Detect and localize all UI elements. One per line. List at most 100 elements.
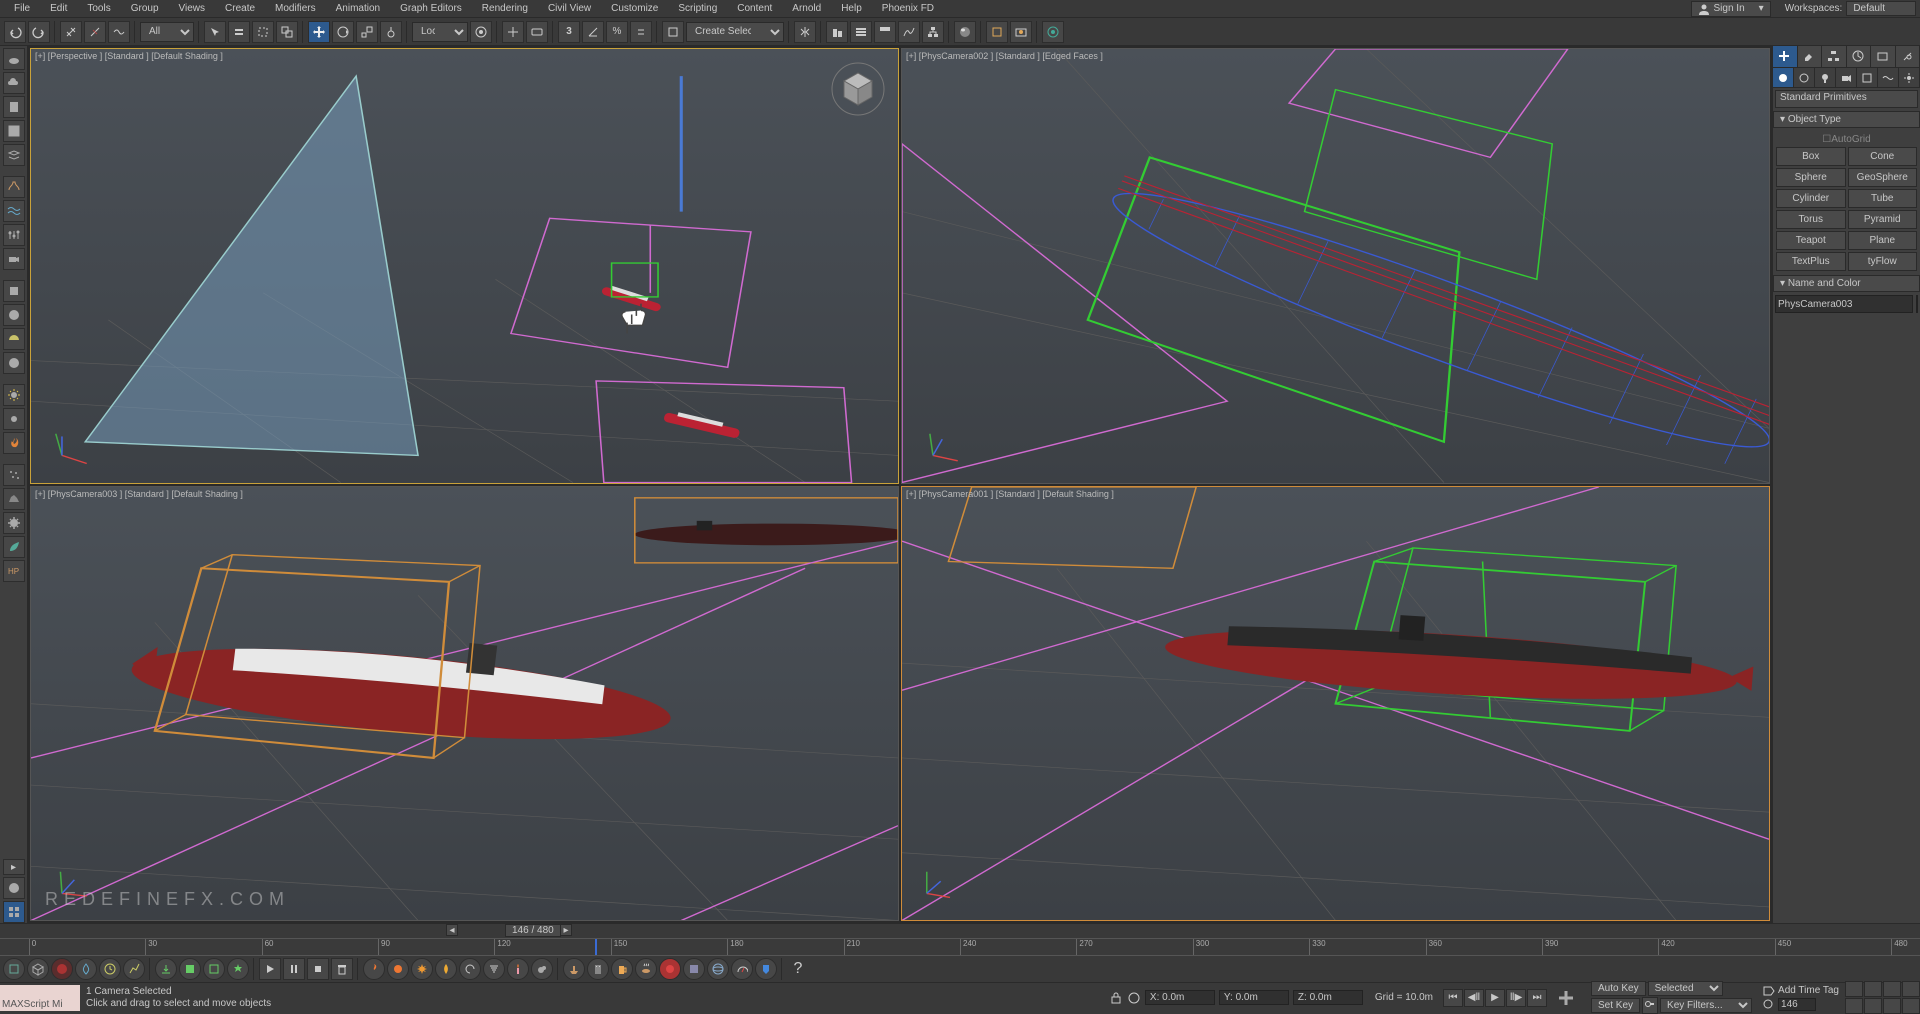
spinner-snap-button[interactable] (630, 21, 652, 43)
selection-filter-dropdown[interactable]: All (140, 22, 194, 42)
lp-rock-icon[interactable] (3, 488, 25, 510)
bi-cube-icon[interactable] (27, 958, 49, 980)
play-play-button[interactable] (259, 958, 281, 980)
prim-plane[interactable]: Plane (1848, 231, 1918, 250)
lock-icon[interactable] (1109, 991, 1123, 1005)
bi-star-icon[interactable] (227, 958, 249, 980)
bi-drop-icon[interactable] (75, 958, 97, 980)
menu-phoenixfd[interactable]: Phoenix FD (872, 1, 944, 16)
menu-content[interactable]: Content (727, 1, 782, 16)
render-production-button[interactable] (1042, 21, 1064, 43)
lp-cloud-icon[interactable] (3, 72, 25, 94)
menu-create[interactable]: Create (215, 1, 265, 16)
redo-button[interactable] (28, 21, 50, 43)
primitive-category-dropdown[interactable]: Standard Primitives (1775, 90, 1918, 108)
nav-zoom-extents[interactable] (1883, 981, 1901, 997)
prim-pyramid[interactable]: Pyramid (1848, 210, 1918, 229)
named-selection-dropdown[interactable]: Create Selection Se (686, 22, 784, 42)
spacewarps-subtab[interactable] (1878, 68, 1899, 87)
select-scale-button[interactable] (356, 21, 378, 43)
key-filter-select[interactable]: Selected (1648, 981, 1723, 996)
material-editor-button[interactable] (954, 21, 976, 43)
motion-tab[interactable] (1847, 46, 1872, 67)
lp-prim-box-icon[interactable] (3, 280, 25, 302)
setkey-key-icon[interactable] (1642, 997, 1658, 1014)
lights-subtab[interactable] (1815, 68, 1836, 87)
z-coord[interactable]: Z: 0.0m (1293, 990, 1363, 1005)
cameras-subtab[interactable] (1836, 68, 1857, 87)
key-mode-icon[interactable] (1555, 987, 1577, 1009)
y-coord[interactable]: Y: 0.0m (1219, 990, 1289, 1005)
play-pause-button[interactable] (283, 958, 305, 980)
ref-coord-dropdown[interactable]: Local (412, 22, 468, 42)
menu-rendering[interactable]: Rendering (472, 1, 538, 16)
lp-light-sun-icon[interactable] (3, 384, 25, 406)
slider-next[interactable]: ▸ (560, 924, 572, 936)
autogrid-checkbox[interactable]: ☐ AutoGrid (1776, 132, 1917, 147)
current-frame-input[interactable] (1778, 998, 1816, 1011)
nav-zoom-all[interactable] (1864, 981, 1882, 997)
bi-disk-icon[interactable] (683, 958, 705, 980)
play-stop-button[interactable] (307, 958, 329, 980)
modify-tab[interactable] (1798, 46, 1823, 67)
prim-box[interactable]: Box (1776, 147, 1846, 166)
rollout-name-color[interactable]: ▾ Name and Color (1773, 275, 1920, 292)
lp-layers-icon[interactable] (3, 144, 25, 166)
systems-subtab[interactable] (1899, 68, 1920, 87)
select-by-name-button[interactable] (228, 21, 250, 43)
bi-gauge-icon[interactable] (731, 958, 753, 980)
bi-candle-icon[interactable] (507, 958, 529, 980)
lp-grid-icon[interactable] (3, 120, 25, 142)
snap-toggle-3-button[interactable]: 3 (558, 21, 580, 43)
rendered-frame-button[interactable] (1010, 21, 1032, 43)
time-tag-icon[interactable] (1762, 985, 1776, 997)
add-time-tag[interactable]: Add Time Tag (1778, 985, 1839, 997)
bi-box3-icon[interactable] (203, 958, 225, 980)
menu-modifiers[interactable]: Modifiers (265, 1, 326, 16)
lp-sliders-icon[interactable] (3, 224, 25, 246)
prim-tyflow[interactable]: tyFlow (1848, 252, 1918, 271)
menu-edit[interactable]: Edit (40, 1, 77, 16)
hierarchy-tab[interactable] (1822, 46, 1847, 67)
named-sel-edit-button[interactable] (662, 21, 684, 43)
play-trash-button[interactable] (331, 958, 353, 980)
bi-import-icon[interactable] (155, 958, 177, 980)
viewport-perspective[interactable]: [+] [Perspective ] [Standard ] [Default … (30, 48, 899, 484)
viewport-physcam002[interactable]: [+] [PhysCamera002 ] [Standard ] [Edged … (901, 48, 1770, 484)
workspace-dropdown[interactable]: Default (1846, 1, 1916, 16)
bi-building-icon[interactable] (587, 958, 609, 980)
isolate-icon[interactable] (1127, 991, 1141, 1005)
sign-in-button[interactable]: Sign In ▾ (1691, 1, 1771, 17)
bi-badge-icon[interactable] (755, 958, 777, 980)
menu-graph-editors[interactable]: Graph Editors (390, 1, 472, 16)
bi-beer-icon[interactable] (611, 958, 633, 980)
prim-teapot[interactable]: Teapot (1776, 231, 1846, 250)
bi-box2-icon[interactable] (179, 958, 201, 980)
key-filters-select[interactable]: Key Filters... (1660, 998, 1752, 1013)
lp-particles-icon[interactable] (3, 464, 25, 486)
nav-zoom[interactable] (1845, 981, 1863, 997)
create-tab[interactable] (1773, 46, 1798, 67)
toggle-layer-explorer-button[interactable] (850, 21, 872, 43)
bi-swirl-icon[interactable] (459, 958, 481, 980)
rectangular-region-button[interactable] (252, 21, 274, 43)
bi-smoke-icon[interactable] (531, 958, 553, 980)
menu-arnold[interactable]: Arnold (782, 1, 831, 16)
bi-tornado-icon[interactable] (483, 958, 505, 980)
select-object-button[interactable] (204, 21, 226, 43)
select-move-button[interactable] (308, 21, 330, 43)
display-tab[interactable] (1871, 46, 1896, 67)
viewport-physcam003[interactable]: [+] [PhysCamera003 ] [Standard ] [Defaul… (30, 486, 899, 922)
viewcube[interactable] (828, 59, 888, 119)
time-ruler[interactable]: 0306090120150180210240270300330360390420… (0, 938, 1920, 956)
maxscript-mini[interactable]: MAXScript Mi (0, 985, 80, 1011)
toggle-ribbon-button[interactable] (874, 21, 896, 43)
mirror-button[interactable] (794, 21, 816, 43)
nav-zoom-extents-all[interactable] (1902, 981, 1920, 997)
setkey-button[interactable]: Set Key (1591, 998, 1640, 1013)
select-manipulate-button[interactable] (502, 21, 524, 43)
menu-file[interactable]: File (4, 1, 40, 16)
select-place-button[interactable] (380, 21, 402, 43)
rollout-object-type[interactable]: ▾ Object Type (1773, 111, 1920, 128)
menu-views[interactable]: Views (169, 1, 216, 16)
